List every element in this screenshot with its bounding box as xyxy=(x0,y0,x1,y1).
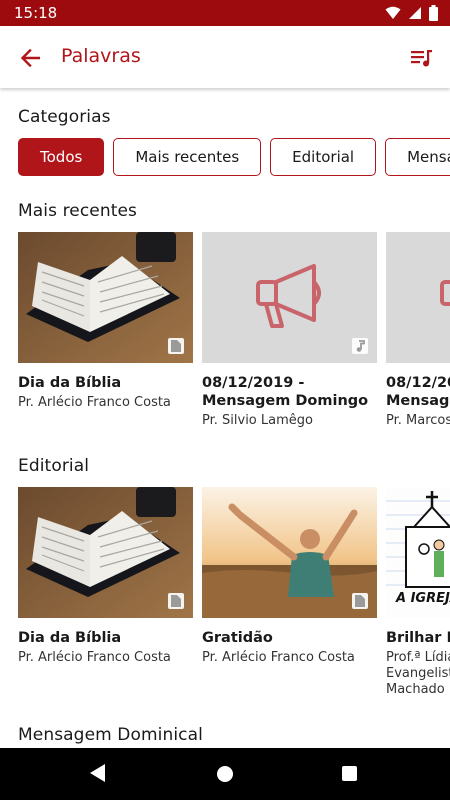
card-author: Pr. Arlécio Franco Costa xyxy=(202,650,355,665)
playlist-button[interactable] xyxy=(408,44,436,72)
megaphone-placeholder xyxy=(386,232,450,363)
category-chips: Todos Mais recentes Editorial Mensa xyxy=(18,138,450,176)
battery-icon xyxy=(429,5,438,21)
section-row-mais-recentes: Dia da Bíblia Pr. Arlécio Franco Costa 0… xyxy=(18,232,450,429)
nav-home-icon[interactable] xyxy=(217,766,233,782)
signal-icon xyxy=(409,7,421,19)
document-icon xyxy=(352,593,368,609)
card-title: Dia da Bíblia xyxy=(18,630,122,646)
gratitude-photo xyxy=(202,487,377,618)
content-card[interactable]: 08/12/2019 - Mensage Pr. Marcos xyxy=(386,232,450,429)
card-author: Prof.ª Lídia Evangelist Machado xyxy=(386,650,450,697)
nav-back-icon[interactable] xyxy=(90,764,106,782)
system-nav-bar xyxy=(0,748,450,800)
section-heading-mais-recentes: Mais recentes xyxy=(18,201,138,221)
church-drawing: A IGREJA xyxy=(386,487,450,618)
content-card[interactable]: 08/12/2019 - Mensagem Domingo Pr. Silvio… xyxy=(202,232,377,429)
card-title: Gratidão xyxy=(202,630,273,646)
content-card[interactable]: Dia da Bíblia Pr. Arlécio Franco Costa xyxy=(18,232,193,429)
nav-recents-icon[interactable] xyxy=(342,766,357,781)
back-button[interactable] xyxy=(16,44,44,72)
bible-photo xyxy=(18,232,193,363)
card-title: Brilhar Pe xyxy=(386,630,450,646)
card-author: Pr. Silvio Lamêgo xyxy=(202,413,313,428)
card-title: 08/12/2019 - Mensage xyxy=(386,375,450,409)
content-card[interactable]: A IGREJA Brilhar Pe Prof.ª Lídia Evangel… xyxy=(386,487,450,698)
app-bar: Palavras xyxy=(0,26,450,88)
status-bar: 15:18 xyxy=(0,0,450,26)
card-author: Pr. Arlécio Franco Costa xyxy=(18,650,171,665)
chip-todos[interactable]: Todos xyxy=(18,138,105,176)
document-icon xyxy=(168,338,184,354)
bible-photo xyxy=(18,487,193,618)
section-heading-editorial: Editorial xyxy=(18,456,90,476)
chip-mais-recentes[interactable]: Mais recentes xyxy=(113,138,262,176)
page-title: Palavras xyxy=(61,45,141,67)
playlist-music-icon xyxy=(411,50,432,67)
arrow-left-icon xyxy=(20,49,40,67)
section-heading-mensagem-dominical: Mensagem Dominical xyxy=(18,725,203,745)
chip-editorial[interactable]: Editorial xyxy=(270,138,377,176)
music-note-icon xyxy=(352,338,368,354)
content-scroll[interactable]: Categorias Todos Mais recentes Editorial… xyxy=(0,88,450,748)
church-drawing-text: A IGREJA xyxy=(396,591,450,606)
content-card[interactable]: Dia da Bíblia Pr. Arlécio Franco Costa xyxy=(18,487,193,698)
status-time: 15:18 xyxy=(14,4,58,22)
card-author: Pr. Marcos xyxy=(386,413,450,428)
categories-heading: Categorias xyxy=(18,107,111,127)
document-icon xyxy=(168,593,184,609)
wifi-icon xyxy=(385,6,401,19)
card-title: Dia da Bíblia xyxy=(18,375,122,391)
content-card[interactable]: Gratidão Pr. Arlécio Franco Costa xyxy=(202,487,377,698)
chip-mensagem[interactable]: Mensa xyxy=(385,138,450,176)
section-row-editorial: Dia da Bíblia Pr. Arlécio Franco Costa G… xyxy=(18,487,450,698)
megaphone-placeholder xyxy=(202,232,377,363)
card-title: 08/12/2019 - Mensagem Domingo xyxy=(202,375,369,409)
status-icons xyxy=(385,5,438,21)
card-author: Pr. Arlécio Franco Costa xyxy=(18,395,171,410)
